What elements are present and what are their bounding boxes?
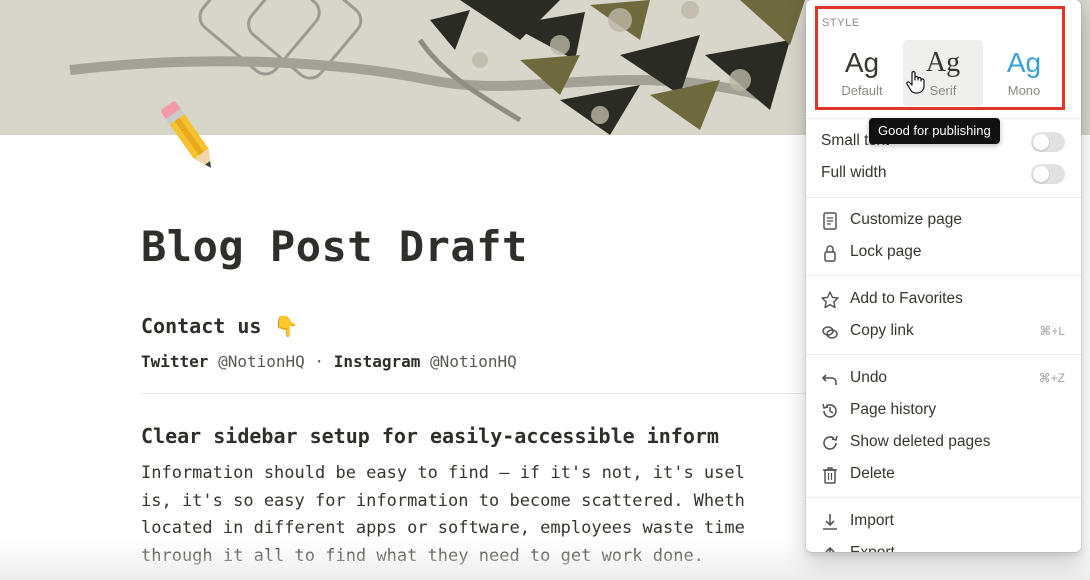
menu-item-lock-page[interactable]: Lock page [806, 237, 1081, 267]
instagram-handle[interactable]: @NotionHQ [430, 352, 517, 371]
instagram-label: Instagram [333, 352, 421, 371]
menu-item-add-to-favorites[interactable]: Add to Favorites [806, 284, 1081, 314]
menu-item-label: Copy link [850, 322, 914, 339]
font-sample: Ag [1006, 47, 1042, 78]
page-title[interactable]: Blog Post Draft [141, 222, 528, 271]
menu-item-label: Delete [850, 465, 895, 482]
menu-item-label: Page history [850, 401, 937, 418]
style-section-label: STYLE [822, 17, 860, 29]
shortcut-label: ⌘+L [1039, 324, 1065, 338]
paragraph-line: through it all to find what they need to… [141, 545, 704, 566]
page-options-menu: STYLE Ag Default Ag Serif Ag Mono Small … [806, 0, 1081, 552]
menu-item-undo[interactable]: Undo ⌘+Z [806, 363, 1081, 393]
paragraph-line: Information should be easy to find — if … [141, 463, 745, 483]
paragraph-line: is, it's so easy for information to beco… [141, 490, 745, 511]
menu-item-customize-page[interactable]: Customize page [806, 205, 1081, 235]
small-text-toggle[interactable] [1031, 132, 1065, 152]
star-icon [820, 290, 840, 310]
divider [141, 393, 806, 394]
menu-divider [806, 275, 1081, 276]
lock-icon [820, 243, 840, 263]
menu-item-label: Export [850, 544, 895, 552]
import-icon [820, 512, 840, 532]
menu-divider [806, 197, 1081, 198]
export-icon [820, 544, 840, 552]
menu-item-delete[interactable]: Delete [806, 459, 1081, 489]
full-width-toggle[interactable] [1031, 164, 1065, 184]
menu-item-import[interactable]: Import [806, 506, 1081, 536]
font-name: Default [841, 83, 883, 98]
menu-item-copy-link[interactable]: Copy link ⌘+L [806, 316, 1081, 346]
section-heading[interactable]: Clear sidebar setup for easily-accessibl… [141, 424, 719, 448]
font-option-default[interactable]: Ag Default [822, 40, 902, 106]
shortcut-label: ⌘+Z [1038, 371, 1065, 385]
undo-icon [820, 369, 840, 389]
menu-item-label: Undo [850, 369, 888, 386]
history-icon [820, 401, 840, 421]
twitter-label: Twitter [141, 352, 209, 371]
serif-tooltip: Good for publishing [869, 118, 1000, 144]
pencil-icon[interactable] [140, 90, 235, 185]
menu-divider [806, 354, 1081, 355]
menu-item-label: Lock page [850, 243, 922, 260]
menu-item-label: Customize page [850, 211, 963, 228]
paragraph-line: located in different apps or software, e… [141, 518, 745, 538]
font-name: Mono [1007, 83, 1041, 98]
menu-item-label: Import [850, 512, 894, 529]
body-paragraph[interactable]: Information should be easy to find — if … [141, 460, 811, 570]
link-icon [820, 322, 840, 342]
menu-item-label: Add to Favorites [850, 290, 963, 307]
full-width-toggle-row[interactable]: Full width [806, 158, 1081, 188]
menu-item-show-deleted-pages[interactable]: Show deleted pages [806, 427, 1081, 457]
hand-cursor-icon [906, 70, 926, 94]
restore-icon [820, 433, 840, 453]
menu-item-label: Show deleted pages [850, 433, 991, 450]
document-icon [820, 211, 840, 231]
twitter-handle[interactable]: @NotionHQ [218, 352, 305, 371]
menu-divider [806, 497, 1081, 498]
font-option-mono[interactable]: Ag Mono [984, 40, 1064, 106]
contact-heading[interactable]: Contact us 👇 [141, 314, 298, 338]
font-sample: Ag [844, 47, 880, 78]
trash-icon [820, 465, 840, 485]
menu-item-page-history[interactable]: Page history [806, 395, 1081, 425]
menu-item-export[interactable]: Export [806, 538, 1081, 552]
social-separator: · [314, 352, 325, 371]
social-links: Twitter @NotionHQ · Instagram @NotionHQ [141, 352, 517, 371]
full-width-label: Full width [821, 164, 887, 181]
